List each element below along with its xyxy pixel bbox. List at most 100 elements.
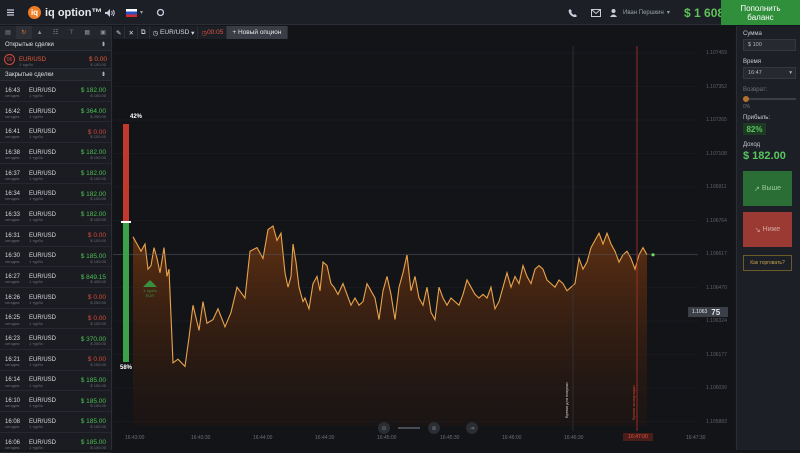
closed-deal-row[interactable]: 16:41 сегодня EUR/USD 1 турбо $ 0.00 $ 100.00 xyxy=(0,122,111,144)
zoom-in-icon[interactable]: ⊕ xyxy=(428,422,440,434)
deal-type: 1 турбо xyxy=(29,134,43,140)
pin-icon[interactable]: ⇟ xyxy=(101,71,106,78)
volume-slider[interactable] xyxy=(743,96,796,102)
closed-deals-list: 16:43 сегодня EUR/USD 1 турбо $ 182.00 $ 100.… xyxy=(0,81,111,453)
chart-area[interactable]: ✎ ✕ ⧉ ◷ EUR/USD ▾ ◷ 00:05 + Новый опцион … xyxy=(113,26,735,450)
language-select[interactable]: ▾ xyxy=(126,0,143,25)
deal-type: 1 турбо xyxy=(29,424,43,429)
logo-text: iq option™ xyxy=(45,6,103,19)
tab-charts[interactable]: ▲ xyxy=(32,26,48,39)
deal-type: 1 турбо xyxy=(29,320,43,326)
amount-input[interactable]: $ 100 xyxy=(743,39,796,51)
closed-deal-row[interactable]: 16:26 сегодня EUR/USD 1 турбо $ 0.00 $ 200.00 xyxy=(0,288,111,309)
user-menu[interactable]: Иван Першкин ▾ xyxy=(623,0,670,25)
open-deals-header[interactable]: Открытые сделки ⇟ xyxy=(0,39,111,51)
closed-deal-row[interactable]: 16:34 сегодня EUR/USD 1 турбо $ 182.00 $ 100.… xyxy=(0,184,111,206)
sound-icon[interactable] xyxy=(104,0,115,25)
deal-day: сегодня xyxy=(5,361,20,367)
y-tick: 1.106030 xyxy=(706,385,727,391)
deal-type: 1 турбо xyxy=(29,382,43,388)
y-tick: 1.106470 xyxy=(706,284,727,291)
deal-day: сегодня xyxy=(5,424,20,429)
deal-day: сегодня xyxy=(5,237,20,243)
lower-button[interactable]: ↘ Ниже xyxy=(743,212,792,247)
mail-icon[interactable] xyxy=(591,0,601,25)
closed-deal-row[interactable]: 16:31 сегодня EUR/USD 1 турбо $ 0.00 $ 100.00 xyxy=(0,226,111,247)
closed-deal-row[interactable]: 16:30 сегодня EUR/USD 1 турбо $ 185.00 $ 100.… xyxy=(0,247,111,268)
closed-deal-row[interactable]: 16:21 сегодня EUR/USD 1 турбо $ 0.00 $ 100.00 xyxy=(0,350,111,371)
profit-value: 82% xyxy=(743,123,766,135)
how-to-trade-button[interactable]: Как торговать? xyxy=(743,255,792,271)
current-price-dot xyxy=(651,253,655,257)
tab-assets[interactable]: ▤ xyxy=(0,26,16,39)
deal-type: 1 турбо xyxy=(29,361,43,367)
user-icon[interactable] xyxy=(609,0,618,25)
tab-video[interactable]: ▣ xyxy=(95,26,111,39)
tab-news[interactable]: ▦ xyxy=(79,26,95,39)
chevron-down-icon: ▾ xyxy=(789,70,792,76)
y-tick: 1.106324 xyxy=(706,318,727,324)
chevron-down-icon: ▾ xyxy=(666,10,670,16)
pin-icon[interactable]: ⇟ xyxy=(101,41,106,48)
closed-deal-row[interactable]: 16:10 сегодня EUR/USD 1 турбо $ 185.00 $ 100.… xyxy=(0,391,111,412)
tab-history[interactable]: ↻ xyxy=(15,26,32,39)
tab-tools[interactable]: ⊤ xyxy=(63,26,79,39)
closed-deal-row[interactable]: 16:42 сегодня EUR/USD 1 турбо $ 364.00 $ 200.… xyxy=(0,102,111,123)
chevron-down-icon: ▾ xyxy=(140,10,144,16)
scroll-end-icon[interactable]: ⇥ xyxy=(466,422,478,434)
zoom-out-icon[interactable]: ⊖ xyxy=(378,422,390,434)
closed-deal-row[interactable]: 16:33 сегодня EUR/USD 1 турбо $ 182.00 $ 100.… xyxy=(0,205,111,226)
closed-deal-row[interactable]: 16:14 сегодня EUR/USD 1 турбо $ 185.00 $ 100.… xyxy=(0,371,111,392)
open-deal-row[interactable]: 06 EUR/USD 1 турбо $ 0.00 $ 100.00 xyxy=(0,51,111,69)
zoom-slider[interactable] xyxy=(398,427,420,429)
deposit-label-line2: баланс xyxy=(747,12,774,22)
closed-deal-row[interactable]: 16:43 сегодня EUR/USD 1 турбо $ 182.00 $ 100.… xyxy=(0,81,111,102)
deal-day: сегодня xyxy=(5,155,20,161)
closed-deal-row[interactable]: 16:37 сегодня EUR/USD 1 турбо $ 182.00 $ 100.… xyxy=(0,164,111,185)
deal-type: 1 турбо xyxy=(29,403,43,409)
x-tick: 16:46:00 xyxy=(502,435,522,441)
closed-deal-row[interactable]: 16:23 сегодня EUR/USD 1 турбо $ 370.00 $ 200.… xyxy=(0,329,111,350)
logo[interactable]: iq iq option™ xyxy=(28,0,102,25)
y-tick: 1.105883 xyxy=(706,418,727,425)
deal-invest: $ 200.00 xyxy=(90,299,106,305)
settings-icon[interactable] xyxy=(156,0,165,25)
closed-deal-row[interactable]: 16:27 сегодня EUR/USD 1 турбо $ 849.15 $ 405.… xyxy=(0,267,111,288)
higher-button[interactable]: ↗ Выше xyxy=(743,171,792,206)
volume-slider-handle[interactable] xyxy=(743,96,749,102)
current-price-value: 1.1063 xyxy=(692,309,708,315)
deposit-button[interactable]: Пополнить баланс xyxy=(721,0,800,25)
higher-label: Выше xyxy=(761,185,782,192)
closed-deals-header[interactable]: Закрытые сделки ⇟ xyxy=(0,69,111,81)
deal-day: сегодня xyxy=(5,382,20,388)
amount-label: Сумма xyxy=(743,31,762,37)
deal-type: 1 турбо xyxy=(29,299,43,305)
closed-deal-row[interactable]: 16:25 сегодня EUR/USD 1 турбо $ 0.00 $ 100.00 xyxy=(0,309,111,330)
open-deal-type: 1 турбо xyxy=(19,62,33,67)
time-select[interactable]: 16:47 ▾ xyxy=(743,67,796,79)
deal-invest: $ 100.00 xyxy=(90,196,106,202)
deal-day: сегодня xyxy=(5,175,20,181)
expiry-time-label: Время экспирации xyxy=(631,385,636,420)
volume-value: 0% xyxy=(743,104,751,110)
deal-invest: $ 100.00 xyxy=(90,134,106,140)
y-tick: 1.106177 xyxy=(706,351,727,358)
closed-deal-row[interactable]: 16:08 сегодня EUR/USD 1 турбо $ 185.00 $ 100.… xyxy=(0,412,111,433)
deal-invest: $ 100.00 xyxy=(90,382,106,388)
deal-type: 1 турбо xyxy=(29,258,43,264)
price-chart[interactable] xyxy=(113,26,735,450)
phone-icon[interactable] xyxy=(568,0,577,25)
deal-day: сегодня xyxy=(5,320,20,326)
x-tick: 16:45:30 xyxy=(440,435,460,441)
deal-day: сегодня xyxy=(5,113,20,119)
closed-deal-row[interactable]: 16:38 сегодня EUR/USD 1 турбо $ 182.00 $ 100.… xyxy=(0,143,111,164)
tab-indicators[interactable]: ☷ xyxy=(48,26,64,39)
deal-type: 1 турбо xyxy=(29,217,43,223)
deal-invest: $ 100.00 xyxy=(90,93,106,98)
deal-day: сегодня xyxy=(5,134,20,140)
deals-sidebar: ▤ ↻ ▲ ☷ ⊤ ▦ ▣ Открытые сделки ⇟ 06 EUR/U… xyxy=(0,26,112,453)
deal-type: 1 турбо xyxy=(29,113,43,119)
menu-icon[interactable] xyxy=(6,0,15,25)
expiry-time-badge: 16:47:00 xyxy=(623,433,653,441)
closed-deals-title: Закрытые сделки xyxy=(5,71,54,78)
